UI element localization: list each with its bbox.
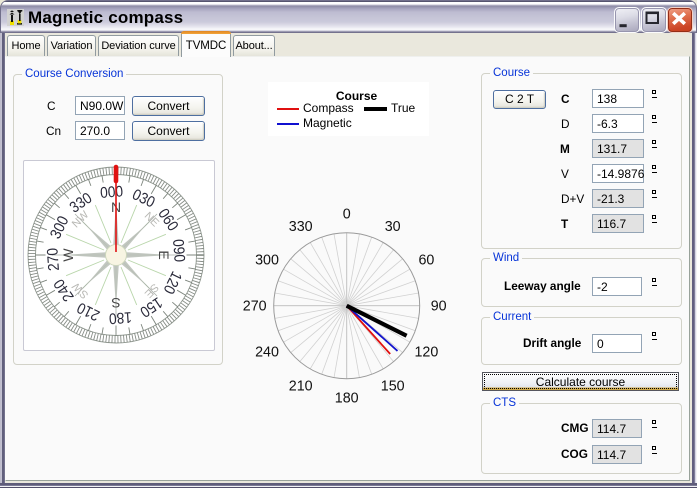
svg-text:90: 90: [431, 299, 447, 315]
svg-text:0: 0: [343, 207, 351, 223]
svg-text:300: 300: [255, 253, 279, 269]
svg-text:180: 180: [335, 391, 359, 407]
svg-text:S: S: [111, 295, 120, 311]
svg-text:270: 270: [243, 299, 267, 315]
svg-text:E: E: [156, 250, 172, 259]
svg-text:120: 120: [414, 345, 438, 361]
svg-text:240: 240: [255, 345, 279, 361]
svg-text:W: W: [60, 248, 76, 262]
svg-text:210: 210: [289, 378, 313, 394]
svg-text:60: 60: [418, 253, 434, 269]
svg-text:30: 30: [385, 219, 401, 235]
svg-text:150: 150: [381, 378, 405, 394]
svg-text:330: 330: [289, 219, 313, 235]
